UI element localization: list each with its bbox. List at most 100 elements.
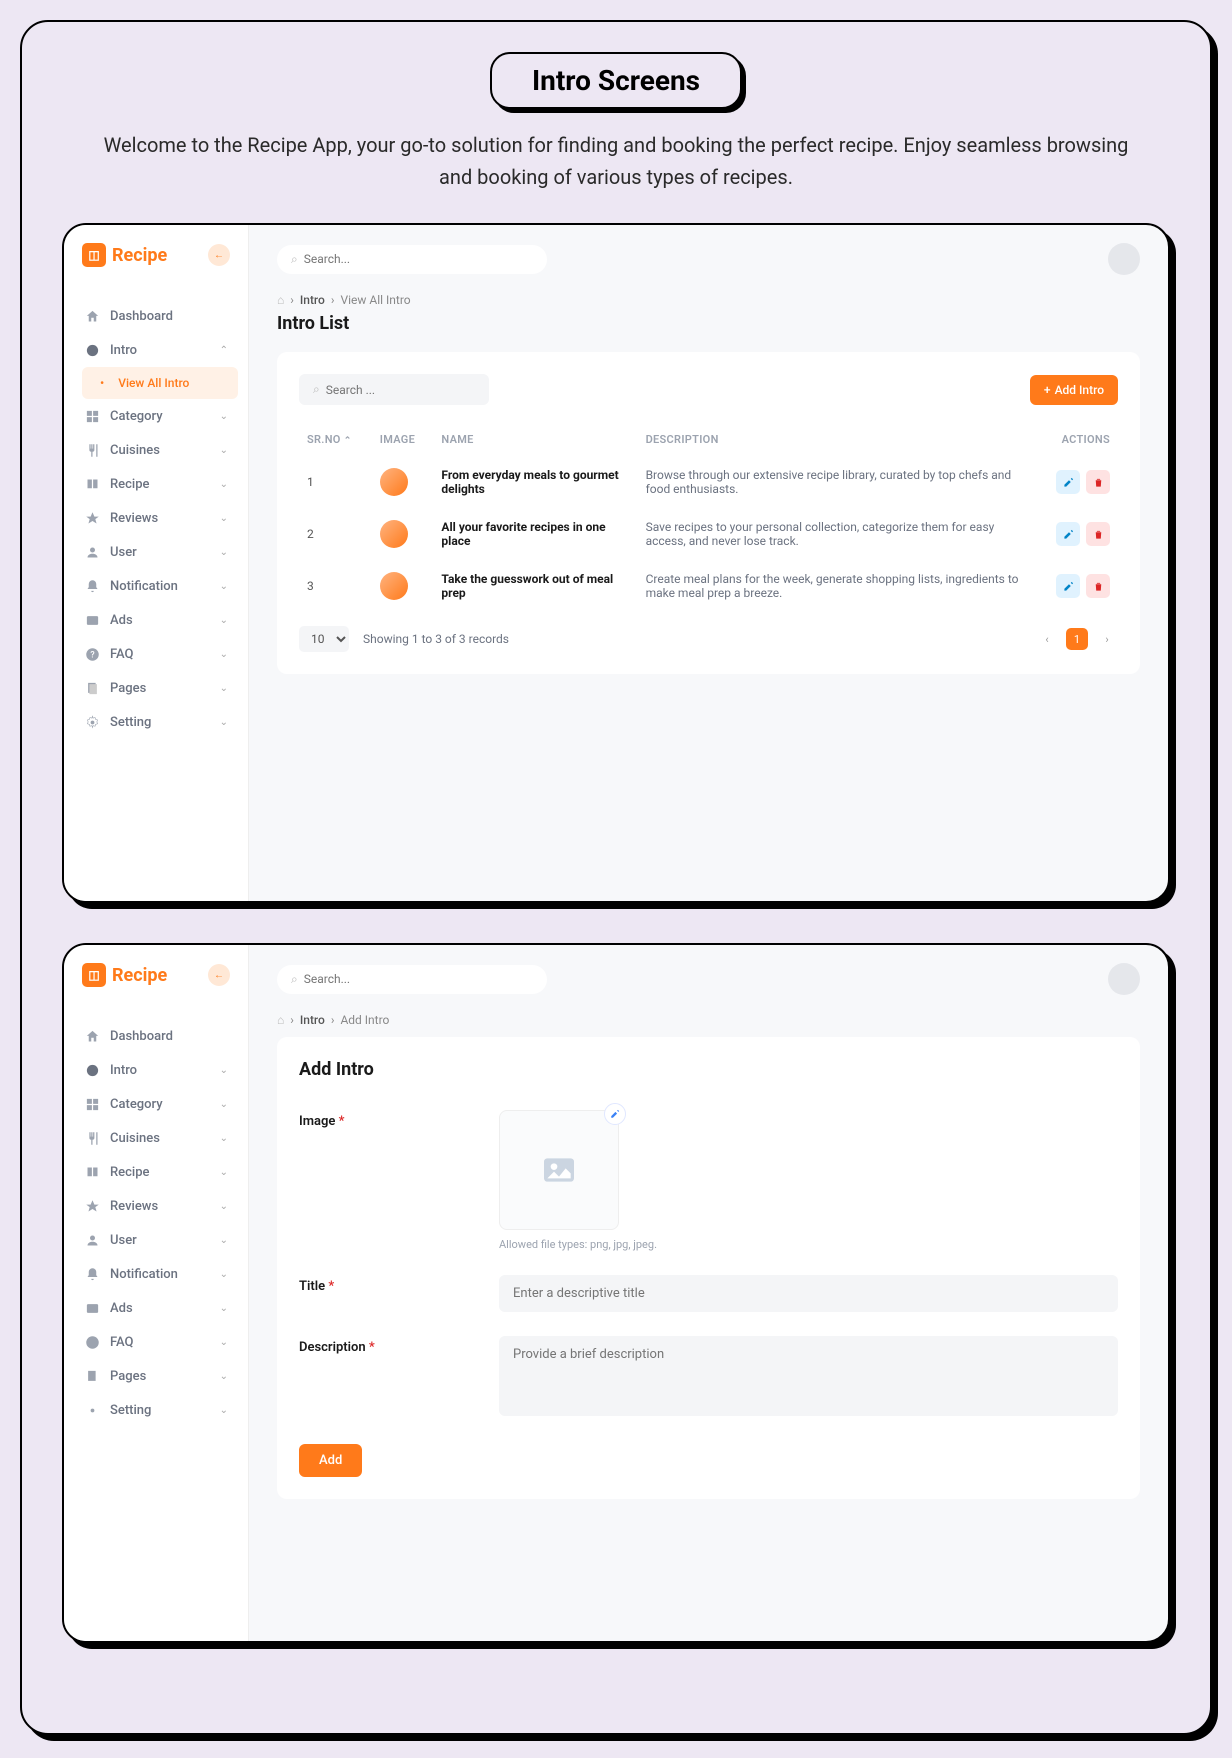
nav-dashboard[interactable]: Dashboard [74, 1019, 238, 1053]
chevron-down-icon: ⌄ [220, 649, 228, 660]
search-bar[interactable]: ⌕ [277, 965, 547, 994]
avatar[interactable] [1108, 243, 1140, 275]
form-row-title: Title * [299, 1275, 1118, 1312]
nav-category[interactable]: Category⌄ [74, 399, 238, 433]
nav-label: Cuisines [110, 443, 160, 458]
search-icon: ⌕ [291, 972, 298, 987]
next-page[interactable]: › [1096, 628, 1118, 650]
row-thumbnail [380, 468, 408, 496]
nav-cuisines[interactable]: Cuisines⌄ [74, 1121, 238, 1155]
delete-button[interactable] [1086, 522, 1110, 546]
nav-cuisines[interactable]: Cuisines ⌄ [74, 433, 238, 467]
nav-user[interactable]: User⌄ [74, 535, 238, 569]
nav-label: Ads [110, 1301, 133, 1316]
page-title: Intro List [277, 313, 1140, 334]
nav-reviews[interactable]: Reviews⌄ [74, 501, 238, 535]
table-footer: 10 Showing 1 to 3 of 3 records ‹ 1 › [299, 626, 1118, 652]
nav-intro[interactable]: Intro⌄ [74, 1053, 238, 1087]
nav-faq[interactable]: FAQ ⌄ [74, 1325, 238, 1359]
chevron-down-icon: ⌄ [220, 445, 228, 456]
add-intro-button[interactable]: + Add Intro [1030, 375, 1118, 405]
nav-label: FAQ [110, 1335, 134, 1350]
required-mark: * [339, 1114, 345, 1129]
screen-intro-list: ◫ Recipe ← Dashboard Intro⌃ View All Int… [62, 223, 1170, 903]
star-icon [84, 510, 100, 526]
hero-title-wrap: Intro Screens [62, 52, 1170, 109]
nav-pages[interactable]: Pages⌄ [74, 671, 238, 705]
collapse-sidebar-icon[interactable]: ← [208, 964, 230, 986]
logo-text: Recipe [112, 245, 167, 266]
delete-button[interactable] [1086, 470, 1110, 494]
nav-label: Notification [110, 1267, 178, 1282]
nav-faq[interactable]: ?FAQ⌄ [74, 637, 238, 671]
nav-label: Dashboard [110, 309, 173, 324]
nav-setting[interactable]: Setting⌄ [74, 1393, 238, 1427]
chevron-right-icon: › [331, 1013, 335, 1027]
home-icon [84, 1028, 100, 1044]
logo[interactable]: ◫ Recipe ← [74, 243, 238, 279]
utensils-icon [84, 442, 100, 458]
nav-recipe[interactable]: Recipe⌄ [74, 1155, 238, 1189]
nav-pages[interactable]: Pages⌄ [74, 1359, 238, 1393]
home-icon[interactable]: ⌂ [277, 293, 284, 307]
row-thumbnail [380, 572, 408, 600]
col-desc: DESCRIPTION [638, 423, 1034, 456]
collapse-sidebar-icon[interactable]: ← [208, 244, 230, 266]
chevron-down-icon: ⌄ [220, 1099, 228, 1110]
search-bar[interactable]: ⌕ [277, 245, 547, 274]
chevron-down-icon: ⌄ [220, 1337, 228, 1348]
nav-recipe[interactable]: Recipe⌄ [74, 467, 238, 501]
nav-category[interactable]: Category ⌄ [74, 1087, 238, 1121]
chevron-down-icon: ⌄ [220, 513, 228, 524]
nav-ads[interactable]: Ads⌄ [74, 603, 238, 637]
avatar[interactable] [1108, 963, 1140, 995]
form-card: Add Intro Image * Allowed file types: pn… [277, 1037, 1140, 1499]
edit-icon[interactable] [604, 1103, 626, 1125]
nav-setting[interactable]: Setting⌄ [74, 705, 238, 739]
prev-page[interactable]: ‹ [1036, 628, 1058, 650]
breadcrumb-intro[interactable]: Intro [300, 1013, 325, 1027]
logo[interactable]: ◫ Recipe ← [74, 963, 238, 999]
cell-sr: 2 [299, 508, 372, 560]
edit-button[interactable] [1056, 574, 1080, 598]
delete-button[interactable] [1086, 574, 1110, 598]
page-number[interactable]: 1 [1066, 628, 1088, 650]
nav-label: Setting [110, 715, 151, 730]
help-icon: ? [84, 646, 100, 662]
list-card: ⌕ + Add Intro SR.NO ⌃ IMAGE NAME [277, 352, 1140, 674]
edit-button[interactable] [1056, 470, 1080, 494]
edit-button[interactable] [1056, 522, 1080, 546]
home-icon[interactable]: ⌂ [277, 1013, 284, 1027]
chevron-down-icon: ⌄ [220, 411, 228, 422]
table-search[interactable]: ⌕ [299, 374, 489, 405]
nav-label: Recipe [110, 1165, 150, 1180]
nav-dashboard[interactable]: Dashboard [74, 299, 238, 333]
cell-name: All your favorite recipes in one place [433, 508, 637, 560]
breadcrumb-intro[interactable]: Intro [300, 293, 325, 307]
nav-label: Recipe [110, 477, 150, 492]
gear-icon [84, 714, 100, 730]
pages-icon [84, 680, 100, 696]
nav-notification[interactable]: Notification⌄ [74, 569, 238, 603]
title-input[interactable] [499, 1275, 1118, 1312]
nav-intro[interactable]: Intro⌃ [74, 333, 238, 367]
search-input[interactable] [304, 972, 533, 986]
nav-notification[interactable]: Notification⌄ [74, 1257, 238, 1291]
nav-label: Category [110, 1097, 163, 1112]
grid-icon [84, 408, 100, 424]
col-srno[interactable]: SR.NO ⌃ [299, 423, 372, 456]
cell-desc: Save recipes to your personal collection… [638, 508, 1034, 560]
description-input[interactable] [499, 1336, 1118, 1416]
nav-user[interactable]: User⌄ [74, 1223, 238, 1257]
nav-view-all-intro[interactable]: View All Intro [82, 367, 238, 399]
search-input[interactable] [304, 252, 533, 266]
image-upload[interactable] [499, 1110, 619, 1230]
submit-button[interactable]: Add [299, 1444, 362, 1477]
nav-reviews[interactable]: Reviews⌄ [74, 1189, 238, 1223]
perpage-select[interactable]: 10 [299, 626, 349, 652]
table-search-input[interactable] [326, 383, 475, 397]
nav: Dashboard Intro⌃ View All Intro Category… [74, 299, 238, 739]
nav-label: Pages [110, 1369, 146, 1384]
nav-ads[interactable]: Ads⌄ [74, 1291, 238, 1325]
nav-label: Dashboard [110, 1029, 173, 1044]
